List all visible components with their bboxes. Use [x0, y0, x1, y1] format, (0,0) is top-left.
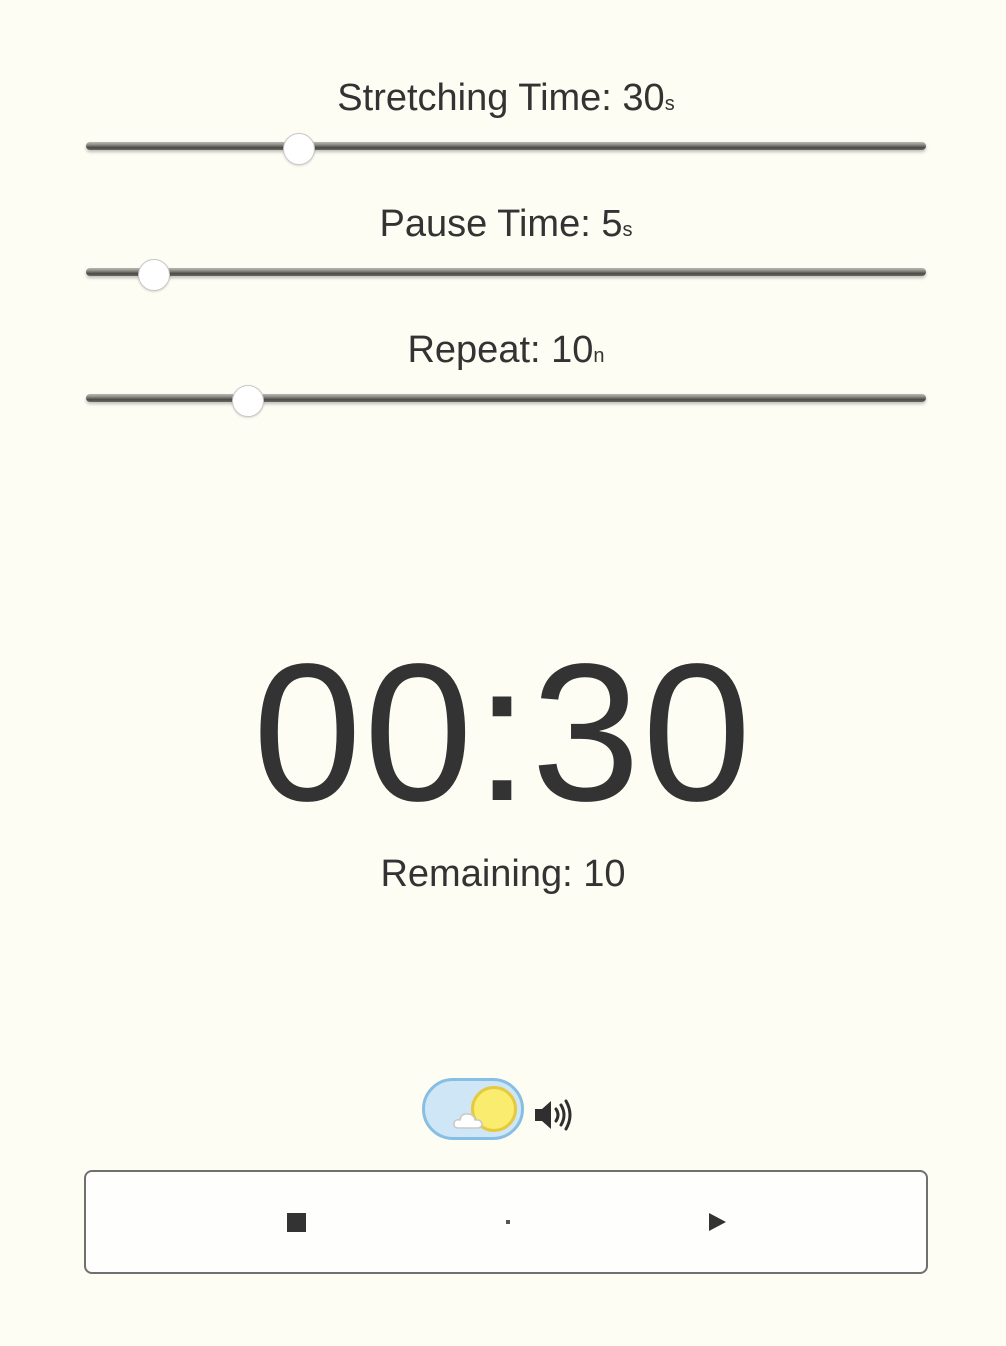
dot-icon	[506, 1220, 510, 1224]
repeat-value: Repeat: 10	[407, 329, 594, 371]
stretching-time-value: Stretching Time: 30	[337, 77, 665, 119]
stop-button[interactable]	[236, 1172, 356, 1272]
pause-time-value: Pause Time: 5	[379, 203, 623, 245]
repeat-label: Repeat: 10n	[86, 328, 926, 372]
play-icon	[708, 1213, 726, 1231]
repeat-unit: n	[593, 345, 605, 367]
stretching-time-slider[interactable]	[86, 142, 926, 150]
stretching-time-control: Stretching Time: 30s	[86, 76, 926, 165]
stop-icon	[286, 1212, 306, 1232]
stretching-time-label: Stretching Time: 30s	[86, 76, 926, 120]
pause-time-slider[interactable]	[86, 268, 926, 276]
pause-time-slider-thumb[interactable]	[138, 259, 170, 291]
pause-time-control: Pause Time: 5s	[86, 202, 926, 291]
speaker-volume-icon[interactable]	[533, 1097, 575, 1133]
dot-button[interactable]	[448, 1172, 568, 1272]
repeat-control: Repeat: 10n	[86, 328, 926, 417]
timer-display: 00:30	[252, 623, 754, 842]
remaining-count: Remaining: 10	[380, 853, 626, 895]
repeat-slider-thumb[interactable]	[232, 385, 264, 417]
playback-controls	[84, 1170, 928, 1274]
pause-time-label: Pause Time: 5s	[86, 202, 926, 246]
stretching-time-unit: s	[664, 93, 675, 115]
pause-time-unit: s	[622, 219, 633, 241]
theme-toggle[interactable]	[422, 1078, 524, 1140]
cloud-icon	[453, 1113, 483, 1129]
stretching-time-slider-thumb[interactable]	[283, 133, 315, 165]
play-button[interactable]	[657, 1172, 777, 1272]
repeat-slider[interactable]	[86, 394, 926, 402]
